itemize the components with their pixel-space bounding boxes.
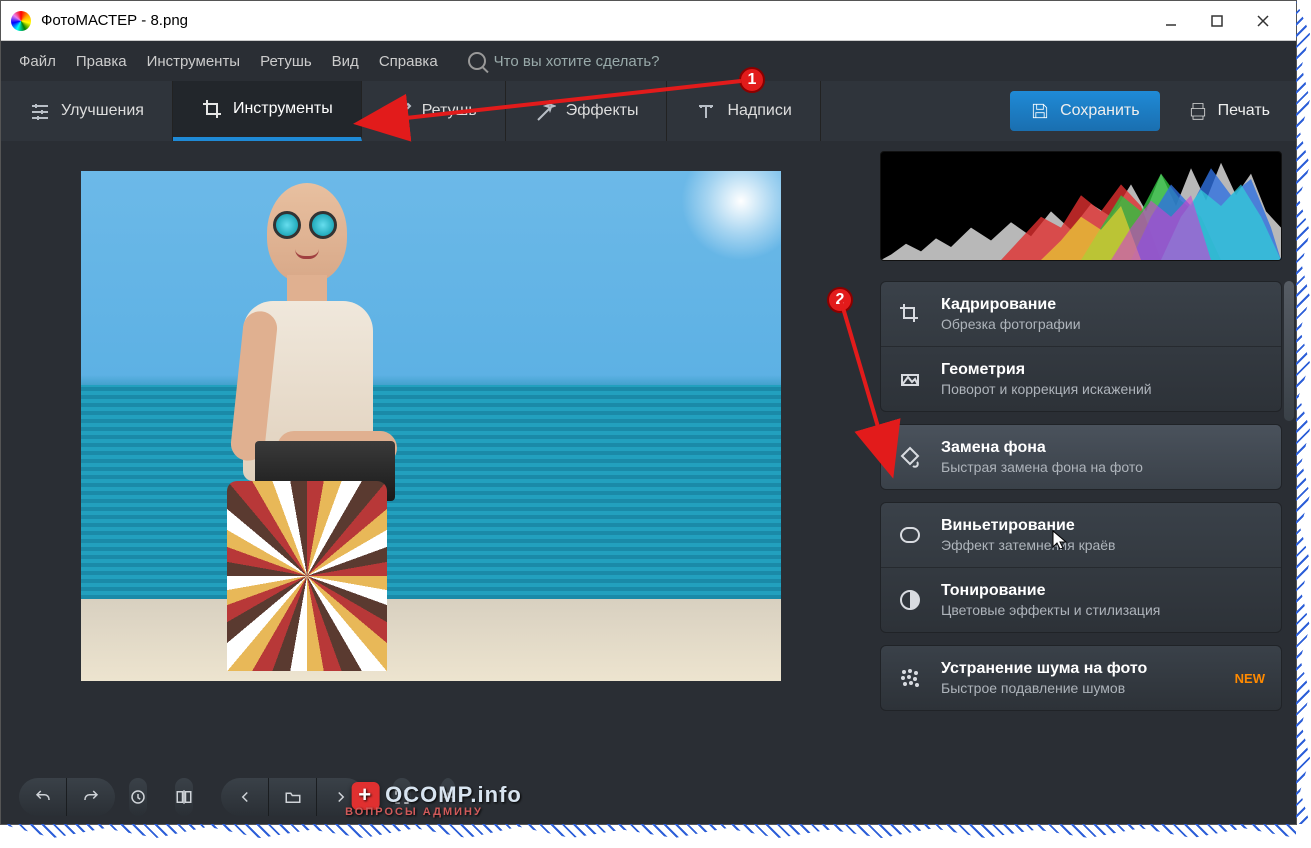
tab-retouch-label: Ретушь <box>422 102 477 120</box>
fit-button[interactable] <box>393 778 411 816</box>
chevron-left-icon <box>236 788 254 806</box>
tool-vignette-title: Виньетирование <box>941 517 1265 535</box>
app-window: ФотоМАСТЕР - 8.png Файл Правка Инструмен… <box>0 0 1297 825</box>
tool-crop-sub: Обрезка фотографии <box>941 316 1265 332</box>
tab-effects-label: Эффекты <box>566 102 639 120</box>
search-placeholder: Что вы хотите сделать? <box>494 53 660 70</box>
right-panel: Кадрирование Обрезка фотографии Геометри… <box>866 141 1296 824</box>
next-button[interactable] <box>317 778 365 816</box>
history-button[interactable] <box>129 778 147 816</box>
chevron-right-icon <box>332 788 350 806</box>
tool-denoise-sub: Быстрое подавление шумов <box>941 680 1217 696</box>
prev-button[interactable] <box>221 778 269 816</box>
annotation-step2: 2 <box>827 287 853 313</box>
cursor-icon <box>1051 529 1071 549</box>
tab-enhance[interactable]: Улучшения <box>1 81 173 141</box>
annotation-step1: 1 <box>739 67 765 93</box>
redo-icon <box>82 788 100 806</box>
toning-icon <box>897 587 923 613</box>
canvas-area: +OCOMP.info ВОПРОСЫ АДМИНУ <box>1 141 866 824</box>
crop-tool-icon <box>897 301 923 327</box>
close-button[interactable] <box>1240 2 1286 40</box>
brush-icon <box>390 100 412 122</box>
vignette-icon <box>897 522 923 548</box>
menu-tools[interactable]: Инструменты <box>147 53 241 70</box>
bucket-icon <box>897 444 923 470</box>
minimize-button[interactable] <box>1148 2 1194 40</box>
tool-geometry-title: Геометрия <box>941 361 1265 379</box>
tab-effects[interactable]: Эффекты <box>506 81 668 141</box>
main-tabs: Улучшения Инструменты Ретушь Эффекты Над… <box>1 81 1296 141</box>
tool-toning[interactable]: Тонирование Цветовые эффекты и стилизаци… <box>881 568 1281 632</box>
tool-toning-title: Тонирование <box>941 582 1265 600</box>
tab-enhance-label: Улучшения <box>61 102 144 120</box>
tools-list: Кадрирование Обрезка фотографии Геометри… <box>866 271 1296 824</box>
save-button[interactable]: Сохранить <box>1010 91 1160 131</box>
fit-icon <box>393 788 411 806</box>
folder-icon <box>284 788 302 806</box>
bottom-toolbar <box>1 770 436 824</box>
search-icon <box>468 52 486 70</box>
tool-crop-title: Кадрирование <box>941 296 1265 314</box>
menu-view[interactable]: Вид <box>332 53 359 70</box>
tool-toning-sub: Цветовые эффекты и стилизация <box>941 602 1265 618</box>
tab-tools-label: Инструменты <box>233 100 333 118</box>
menubar: Файл Правка Инструменты Ретушь Вид Справ… <box>1 41 1296 81</box>
maximize-button[interactable] <box>1194 2 1240 40</box>
tool-replace-bg-sub: Быстрая замена фона на фото <box>941 459 1265 475</box>
menu-help[interactable]: Справка <box>379 53 438 70</box>
tab-captions-label: Надписи <box>727 102 791 120</box>
tab-retouch[interactable]: Ретушь <box>362 81 506 141</box>
undo-button[interactable] <box>19 778 67 816</box>
tool-vignette-sub: Эффект затемнения краёв <box>941 537 1265 553</box>
tool-geometry[interactable]: Геометрия Поворот и коррекция искажений <box>881 347 1281 411</box>
photo-canvas[interactable] <box>81 171 781 681</box>
menu-retouch[interactable]: Ретушь <box>260 53 312 70</box>
main-area: +OCOMP.info ВОПРОСЫ АДМИНУ <box>1 141 1296 824</box>
geometry-icon <box>897 366 923 392</box>
print-label: Печать <box>1218 102 1270 120</box>
zoom-in-button[interactable] <box>439 778 457 816</box>
history-icon <box>129 788 147 806</box>
sliders-icon <box>29 100 51 122</box>
compare-icon <box>175 788 193 806</box>
tool-denoise-title: Устранение шума на фото <box>941 660 1217 678</box>
save-label: Сохранить <box>1060 102 1140 120</box>
tool-geometry-sub: Поворот и коррекция искажений <box>941 381 1265 397</box>
print-button[interactable]: Печать <box>1166 91 1292 131</box>
tool-replace-bg[interactable]: Замена фона Быстрая замена фона на фото <box>881 425 1281 489</box>
scrollbar[interactable] <box>1284 281 1294 421</box>
undo-icon <box>34 788 52 806</box>
menu-edit[interactable]: Правка <box>76 53 127 70</box>
tool-crop[interactable]: Кадрирование Обрезка фотографии <box>881 282 1281 347</box>
new-badge: NEW <box>1235 671 1265 686</box>
redo-button[interactable] <box>67 778 115 816</box>
window-title: ФотоМАСТЕР - 8.png <box>41 12 1148 29</box>
text-icon <box>695 100 717 122</box>
histogram <box>880 151 1282 261</box>
titlebar: ФотоМАСТЕР - 8.png <box>1 1 1296 41</box>
browse-button[interactable] <box>269 778 317 816</box>
tool-vignette[interactable]: Виньетирование Эффект затемнения краёв <box>881 503 1281 568</box>
save-icon <box>1030 101 1050 121</box>
noise-icon <box>897 665 923 691</box>
crop-icon <box>201 98 223 120</box>
plus-icon <box>439 788 457 806</box>
tool-denoise[interactable]: Устранение шума на фото Быстрое подавлен… <box>881 646 1281 710</box>
histogram-graph-icon <box>881 152 1281 260</box>
wand-icon <box>534 100 556 122</box>
print-icon <box>1188 101 1208 121</box>
tab-tools[interactable]: Инструменты <box>173 81 362 141</box>
search-wrap[interactable]: Что вы хотите сделать? <box>468 52 660 70</box>
tool-replace-bg-title: Замена фона <box>941 439 1265 457</box>
app-logo-icon <box>11 11 31 31</box>
menu-file[interactable]: Файл <box>19 53 56 70</box>
compare-button[interactable] <box>175 778 193 816</box>
